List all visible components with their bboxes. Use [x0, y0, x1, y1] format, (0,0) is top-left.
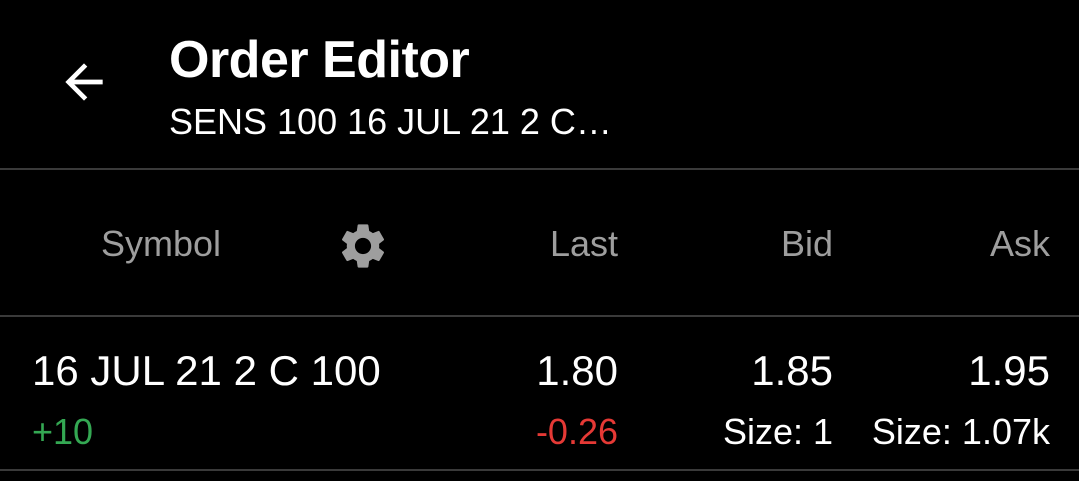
row-ask-price[interactable]: 1.95 [968, 346, 1050, 396]
column-header-ask[interactable]: Ask [990, 222, 1050, 266]
row-divider [0, 469, 1079, 471]
column-header-symbol[interactable]: Symbol [101, 222, 221, 266]
column-header-last[interactable]: Last [550, 222, 618, 266]
page-subtitle: SENS 100 16 JUL 21 2 C… [169, 101, 612, 142]
arrow-left-icon [65, 63, 103, 101]
header-divider [0, 168, 1079, 170]
app-bar: Order Editor SENS 100 16 JUL 21 2 C… [0, 0, 1079, 168]
order-editor-screen: Order Editor SENS 100 16 JUL 21 2 C… Sym… [0, 0, 1079, 481]
row-net-change: -0.26 [535, 411, 618, 452]
row-ask-size: Size: 1.07k [871, 411, 1050, 452]
column-header-divider [0, 315, 1079, 317]
table-row[interactable]: 16 JUL 21 2 C 100 +10 1.80 -0.26 1.85 Si… [0, 318, 1079, 470]
column-settings-button[interactable] [336, 219, 390, 273]
row-symbol: 16 JUL 21 2 C 100 [32, 347, 381, 394]
page-title: Order Editor [169, 31, 470, 89]
row-bid-price[interactable]: 1.85 [751, 346, 833, 396]
row-last-price: 1.80 [536, 347, 618, 394]
gear-icon [341, 224, 385, 268]
row-position: +10 [32, 411, 94, 452]
column-header-bid[interactable]: Bid [781, 222, 833, 266]
back-button[interactable] [44, 42, 124, 122]
row-bid-size: Size: 1 [722, 411, 833, 452]
